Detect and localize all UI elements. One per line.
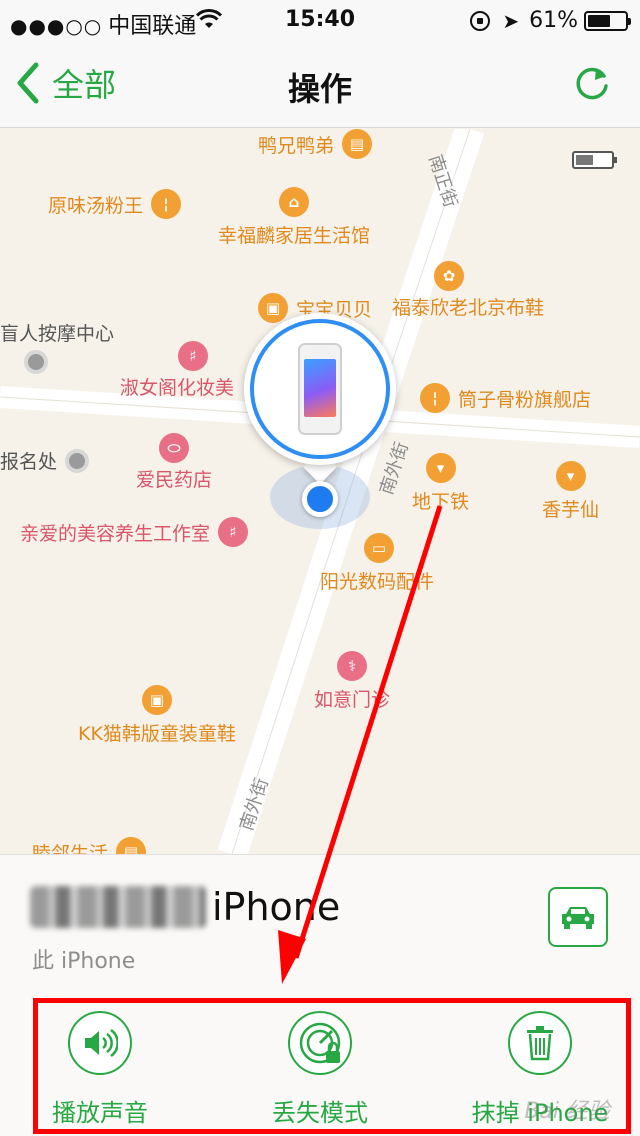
poi-marker[interactable]: 报名处 — [0, 447, 90, 474]
clinic-icon: ⚕ — [337, 651, 367, 681]
poi-marker[interactable]: ▭ 阳光数码配件 — [320, 533, 434, 594]
device-name: iPhone — [30, 885, 340, 929]
find-iphone-screen: ●●●○○ 中国联通 15:40 ➤ 61% 全部 操作 南正街 南外街 南外街… — [0, 0, 640, 1136]
poi-marker[interactable]: ♯ 淑女阁化妆美 — [120, 341, 234, 400]
poi-label: 亲爱的美容养生工作室 — [20, 522, 211, 545]
food-icon: ▤ — [342, 129, 373, 159]
poi-label: 淑女阁化妆美 — [120, 377, 235, 399]
status-bar: ●●●○○ 中国联通 15:40 ➤ 61% — [0, 0, 640, 40]
restaurant-icon: ¦ — [151, 189, 182, 219]
device-battery-icon — [572, 151, 617, 169]
poi-marker[interactable]: ✿ 福泰欣老北京布鞋 — [392, 261, 544, 320]
poi-marker[interactable]: ⌂ 幸福麟家居生活馆 — [218, 187, 370, 248]
poi-label: 幸福麟家居生活馆 — [218, 225, 371, 247]
place-icon — [24, 350, 48, 374]
poi-marker[interactable]: 盲人按摩中心 — [0, 319, 114, 374]
status-indicators: ➤ 61% — [470, 8, 631, 33]
poi-label: 盲人按摩中心 — [0, 323, 115, 345]
poi-label: 爱民药店 — [136, 469, 213, 491]
shopping-bag-icon: ▣ — [141, 685, 172, 715]
poi-marker[interactable]: ▾ 香芋仙 — [542, 461, 599, 522]
location-arrow-icon: ➤ — [502, 8, 520, 33]
annotation-highlight-box — [33, 998, 631, 1134]
device-location-dot[interactable] — [302, 481, 338, 517]
restaurant-icon: ¦ — [420, 383, 450, 413]
device-model-label: iPhone — [212, 885, 341, 929]
poi-marker[interactable]: 原味汤粉王 ¦ — [48, 189, 182, 219]
refresh-icon[interactable] — [572, 64, 612, 104]
poi-label: 如意门诊 — [314, 689, 391, 711]
furniture-icon: ⌂ — [279, 187, 309, 217]
battery-icon — [584, 10, 631, 31]
poi-label: 地下铁 — [412, 491, 470, 513]
directions-button[interactable] — [548, 887, 608, 947]
poi-label: 筒子骨粉旗舰店 — [458, 388, 592, 411]
poi-label: 原味汤粉王 — [48, 194, 144, 217]
car-icon — [562, 907, 594, 929]
navigation-bar: 全部 操作 — [0, 40, 640, 128]
poi-label: 阳光数码配件 — [320, 571, 435, 593]
electronics-icon: ▭ — [364, 533, 394, 563]
pharmacy-icon: ⬭ — [159, 433, 189, 463]
device-callout[interactable] — [244, 313, 396, 465]
poi-marker[interactable]: ▣ KK猫韩版童装童鞋 — [78, 685, 236, 746]
poi-marker[interactable]: 睦邻生活 ▤ — [32, 837, 147, 855]
rotation-lock-icon — [470, 10, 491, 31]
ice-cream-icon: ▾ — [425, 453, 456, 483]
poi-marker[interactable]: ⬭ 爱民药店 — [136, 433, 212, 492]
poi-label: 报名处 — [0, 451, 58, 473]
battery-percent: 61% — [529, 8, 578, 33]
ice-cream-icon: ▾ — [555, 461, 586, 491]
poi-label: 香芋仙 — [542, 499, 600, 521]
iphone-icon — [298, 343, 342, 435]
shopping-bag-icon: ▣ — [258, 293, 288, 323]
poi-marker[interactable]: 鸭兄鸭弟 ▤ — [258, 129, 373, 159]
shoe-shop-icon: ✿ — [434, 261, 465, 291]
redacted-owner-name — [30, 886, 206, 928]
beauty-icon: ♯ — [218, 517, 249, 547]
poi-label: 鸭兄鸭弟 — [258, 134, 335, 157]
poi-marker[interactable]: 亲爱的美容养生工作室 ♯ — [20, 517, 249, 547]
cosmetics-icon: ♯ — [178, 341, 209, 371]
map-view[interactable]: 南正街 南外街 南外街 鸭兄鸭弟 ▤ 原味汤粉王 ¦ ⌂ 幸福麟家居生活馆 ✿ 福泰欣老… — [0, 129, 640, 854]
poi-label: 睦邻生活 — [32, 842, 109, 855]
store-icon: ▤ — [116, 837, 147, 854]
poi-marker[interactable]: ▾ 地下铁 — [412, 453, 469, 514]
page-title: 操作 — [287, 70, 352, 108]
place-icon — [65, 448, 90, 473]
poi-marker[interactable]: ⚕ 如意门诊 — [314, 651, 390, 712]
poi-marker[interactable]: ¦ 筒子骨粉旗舰店 — [420, 383, 591, 413]
device-subtitle: 此 iPhone — [32, 949, 136, 974]
poi-label: KK猫韩版童装童鞋 — [78, 723, 236, 745]
poi-label: 福泰欣老北京布鞋 — [392, 297, 545, 319]
